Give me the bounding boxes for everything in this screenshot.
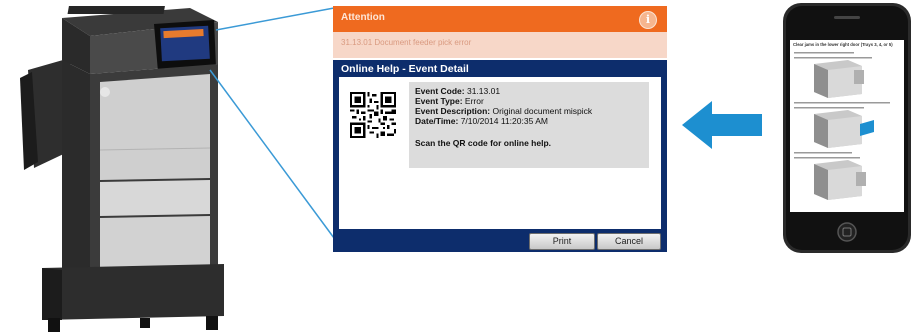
- event-type-label: Event Type:: [415, 96, 463, 106]
- event-code-value: 31.13.01: [466, 86, 501, 96]
- attention-panel: Attention i 31.13.01 Document feeder pic…: [333, 6, 667, 58]
- left-arrow-icon: [682, 101, 762, 149]
- qr-code-icon[interactable]: [350, 92, 396, 138]
- smartphone-illustration: Clear jams in the lower right door (Tray…: [782, 2, 912, 254]
- attention-message: 31.13.01 Document feeder pick error: [341, 38, 472, 47]
- info-icon[interactable]: i: [639, 11, 657, 29]
- event-code-row: Event Code: 31.13.01: [415, 86, 500, 96]
- event-detail-panel: Event Code: 31.13.01 Event Type: Error E…: [409, 82, 649, 168]
- event-description-value: Original document mispick: [492, 106, 593, 116]
- event-description-row: Event Description: Original document mis…: [415, 106, 592, 116]
- phone-page-heading: Clear jams in the lower right door (Tray…: [793, 42, 893, 47]
- event-type-value: Error: [464, 96, 484, 106]
- scan-instruction: Scan the QR code for online help.: [415, 138, 552, 148]
- event-code-label: Event Code:: [415, 86, 465, 96]
- dialog-title: Online Help - Event Detail: [341, 63, 469, 75]
- cancel-button[interactable]: Cancel: [597, 233, 661, 250]
- datetime-value: 7/10/2014 11:20:35 AM: [460, 116, 548, 126]
- dialog-body: Event Code: 31.13.01 Event Type: Error E…: [339, 77, 661, 229]
- print-button[interactable]: Print: [529, 233, 595, 250]
- attention-header: Attention i: [333, 6, 667, 32]
- event-description-label: Event Description:: [415, 106, 491, 116]
- online-help-dialog: Online Help - Event Detail Event Code: 3…: [333, 60, 667, 252]
- attention-title: Attention: [341, 12, 385, 23]
- dialog-footer: Print Cancel: [333, 229, 667, 252]
- datetime-label: Date/Time:: [415, 116, 459, 126]
- datetime-row: Date/Time: 7/10/2014 11:20:35 AM: [415, 116, 548, 126]
- printer-illustration: [20, 6, 224, 332]
- event-type-row: Event Type: Error: [415, 96, 484, 106]
